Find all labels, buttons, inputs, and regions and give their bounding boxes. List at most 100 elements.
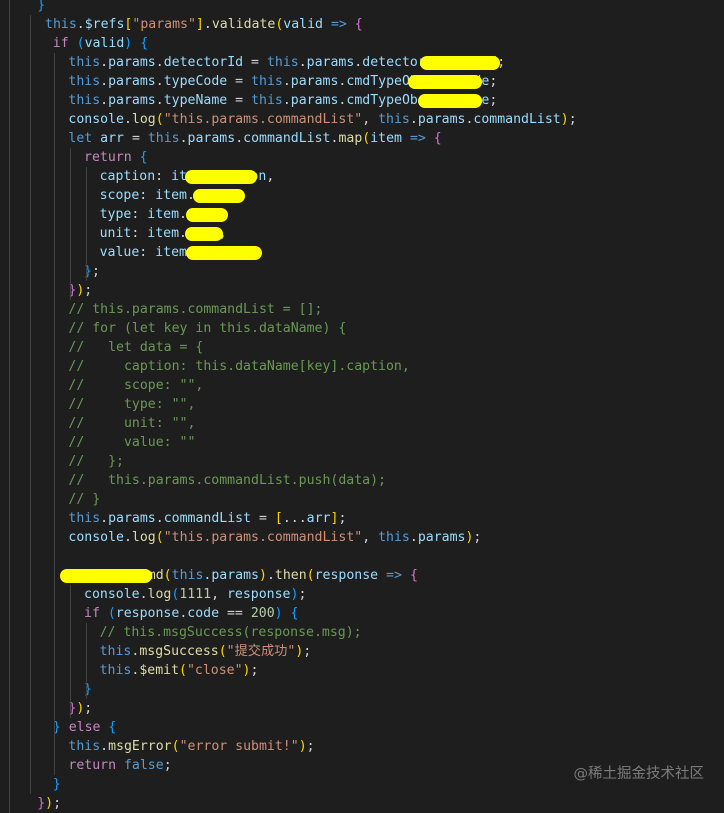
code-token: // unit: "", — [68, 416, 196, 431]
code-line[interactable]: this.params.typeName = this.params.cmdTy… — [0, 91, 724, 110]
indent-guide — [9, 110, 10, 129]
code-token: params — [108, 93, 156, 108]
indent-guide — [30, 680, 31, 699]
code-line[interactable]: // unit: "", — [0, 414, 724, 433]
code-line[interactable]: } — [0, 680, 724, 699]
code-token: params — [290, 93, 339, 108]
code-line[interactable]: // caption: this.dataName[key].caption, — [0, 357, 724, 376]
indent-guide — [9, 718, 10, 737]
code-token: type — [99, 207, 132, 222]
indent-guide — [9, 737, 10, 756]
indent-guide — [54, 300, 55, 319]
redaction-mark — [418, 94, 482, 108]
code-line[interactable]: // this.params.commandList = []; — [0, 300, 724, 319]
code-line[interactable]: }); — [0, 281, 724, 300]
code-line[interactable]: this.msgSuccess("提交成功"); — [0, 642, 724, 661]
code-line[interactable]: // this.params.commandList.push(data); — [0, 471, 724, 490]
indent-guide — [9, 300, 10, 319]
code-line[interactable]: // this.msgSuccess(response.msg); — [0, 623, 724, 642]
indent-guide — [30, 566, 31, 585]
code-token: ; — [250, 663, 259, 678]
code-line[interactable]: this.$emit("close"); — [0, 661, 724, 680]
code-token: arr — [100, 131, 124, 146]
code-line[interactable]: console.log("this.params.commandList", t… — [0, 110, 724, 129]
indent-guide — [9, 395, 10, 414]
indent-guide — [9, 433, 10, 452]
code-line[interactable]: // type: "", — [0, 395, 724, 414]
code-line[interactable]: type: item.type, — [0, 205, 724, 224]
code-token: // scope: "", — [68, 378, 204, 393]
code-token: params — [211, 568, 259, 583]
code-line[interactable]: this.$refs["params"].validate(valid => { — [0, 15, 724, 34]
code-line[interactable] — [0, 547, 724, 566]
code-line[interactable]: // }; — [0, 452, 724, 471]
code-token: . — [282, 93, 291, 108]
code-line[interactable]: // value: "" — [0, 433, 724, 452]
code-line[interactable]: // } — [0, 490, 724, 509]
code-token: ; — [298, 587, 307, 602]
code-line[interactable]: this.params.detectorId = this.params.det… — [0, 53, 724, 72]
code-token: . — [179, 131, 188, 146]
code-token: . — [282, 74, 291, 89]
code-line[interactable]: if (response.code == 200) { — [0, 604, 724, 623]
code-line[interactable]: this.params.typeCode = this.params.cmdTy… — [0, 72, 724, 91]
code-line[interactable]: } else { — [0, 718, 724, 737]
code-line[interactable]: // let data = { — [0, 338, 724, 357]
indent-guide — [30, 718, 31, 737]
indent-guide — [9, 604, 10, 623]
code-token: => — [330, 17, 347, 32]
redaction-mark — [60, 569, 152, 583]
code-line[interactable]: // scope: "", — [0, 376, 724, 395]
code-token: : — [131, 226, 148, 241]
code-line[interactable]: }; — [0, 262, 724, 281]
indent-guide — [9, 756, 10, 775]
indent-guide — [30, 452, 31, 471]
indent-guide — [30, 186, 31, 205]
code-token: valid — [84, 36, 125, 51]
code-token: params — [108, 74, 156, 89]
indent-guide — [9, 186, 10, 205]
indent-guide — [30, 243, 31, 262]
code-line[interactable]: this.msgError("error submit!"); — [0, 737, 724, 756]
code-token: unit — [99, 226, 132, 241]
indent-guide — [30, 737, 31, 756]
code-token: , — [266, 169, 275, 184]
indent-guide — [86, 167, 87, 186]
code-token: this — [378, 530, 410, 545]
code-token: : — [155, 169, 172, 184]
code-line[interactable]: if (valid) { — [0, 34, 724, 53]
code-line[interactable]: console.log(1111, response); — [0, 585, 724, 604]
code-token: . — [76, 17, 85, 32]
code-token: params — [187, 131, 236, 146]
code-line[interactable]: // for (let key in this.dataName) { — [0, 319, 724, 338]
code-token: : — [139, 245, 156, 260]
code-token: params — [290, 74, 339, 89]
code-token: params — [417, 112, 466, 127]
code-line[interactable]: let arr = this.params.commandList.map(it… — [0, 129, 724, 148]
code-token: item — [155, 245, 187, 260]
indent-guide — [70, 680, 71, 699]
code-token: . — [155, 55, 164, 70]
code-line[interactable]: } — [0, 0, 724, 15]
code-line[interactable]: scope: item.scope, — [0, 186, 724, 205]
code-line[interactable]: this.params.commandList = [...arr]; — [0, 509, 724, 528]
code-line[interactable]: value: item.value — [0, 243, 724, 262]
indent-guide — [86, 205, 87, 224]
indent-guide — [54, 623, 55, 642]
indent-guide — [9, 775, 10, 794]
code-line[interactable]: }); — [0, 794, 724, 813]
code-line[interactable]: console.log("this.params.commandList", t… — [0, 528, 724, 547]
indent-guide — [9, 243, 10, 262]
code-line[interactable]: }); — [0, 699, 724, 718]
indent-guide — [70, 585, 71, 604]
code-token: ; — [473, 530, 482, 545]
code-line[interactable]: return { — [0, 148, 724, 167]
indent-guide — [9, 167, 10, 186]
indent-guide — [54, 53, 55, 72]
code-line[interactable]: caption: item.caption, — [0, 167, 724, 186]
indent-guide — [9, 281, 10, 300]
code-token: ( — [306, 568, 315, 583]
code-line[interactable]: unit: item.unit, — [0, 224, 724, 243]
code-editor[interactable]: } this.$refs["params"].validate(valid => … — [0, 0, 724, 813]
